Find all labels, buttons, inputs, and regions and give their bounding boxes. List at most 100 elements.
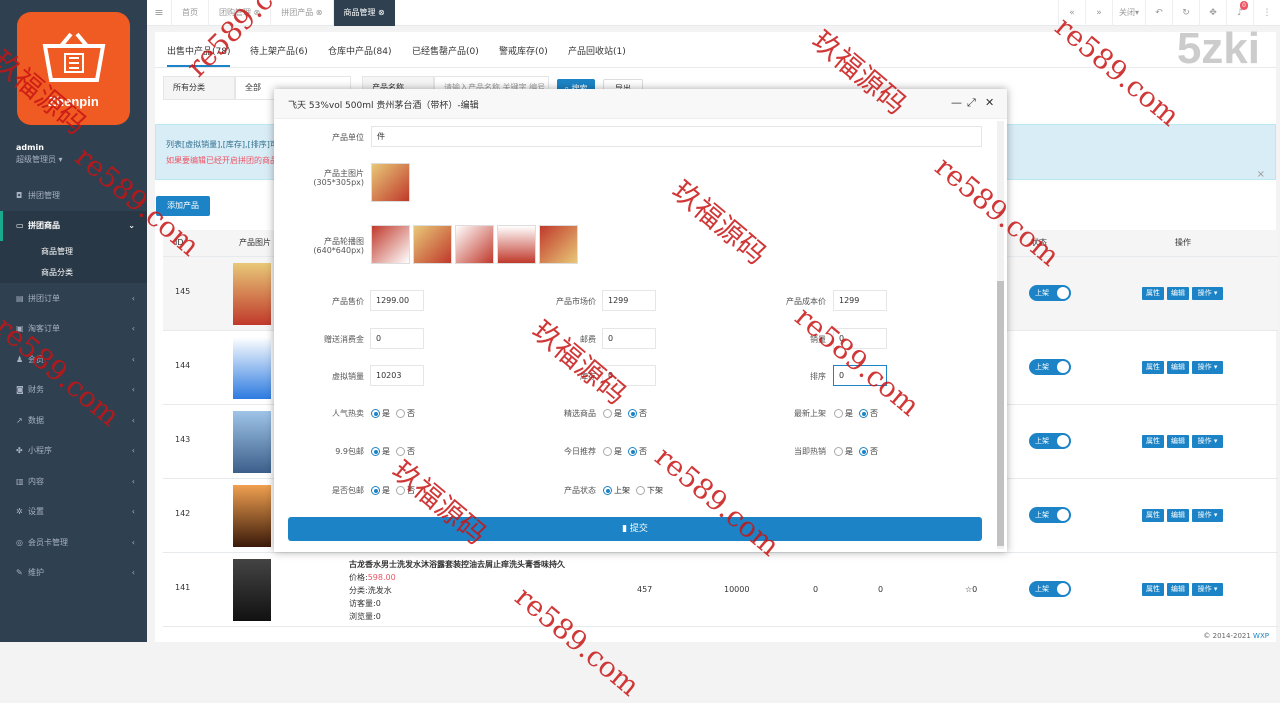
carousel-image[interactable] <box>539 225 578 264</box>
menu-toggle-icon[interactable]: ≡ <box>147 6 171 19</box>
edit-button[interactable]: 编辑 <box>1167 361 1189 374</box>
sidebar-item-finance[interactable]: ◙财务‹ <box>0 375 147 406</box>
status-toggle[interactable]: 上架 <box>1029 507 1071 523</box>
tab-warehouse[interactable]: 仓库中产品(84) <box>328 44 391 57</box>
hot-yes-radio[interactable]: 是 <box>371 408 390 419</box>
sidebar-subitem-goods-manage[interactable]: 商品管理 <box>0 241 147 262</box>
ops-dropdown[interactable]: 操作 ▾ <box>1192 287 1223 300</box>
product-thumb[interactable] <box>233 263 271 325</box>
sidebar-item-miniprogram[interactable]: ✤小程序‹ <box>0 436 147 467</box>
main-image[interactable] <box>371 163 410 202</box>
attr-button[interactable]: 属性 <box>1142 361 1164 374</box>
status-toggle[interactable]: 上架 <box>1029 581 1071 597</box>
market-input[interactable]: 1299 <box>602 290 656 311</box>
attr-button[interactable]: 属性 <box>1142 287 1164 300</box>
sidebar-item-maintain[interactable]: ✎维护‹ <box>0 558 147 589</box>
best-yes-radio[interactable]: 是 <box>603 408 622 419</box>
submit-button[interactable]: ▮ 提交 <box>288 517 982 541</box>
sidebar-item-member-card[interactable]: ◎会员卡管理‹ <box>0 527 147 558</box>
more-icon[interactable]: ⋮ <box>1253 0 1280 26</box>
back-icon[interactable]: ↶ <box>1145 0 1172 26</box>
new-yes-radio[interactable]: 是 <box>834 408 853 419</box>
user-info[interactable]: admin 超级管理员 ▾ <box>16 143 63 165</box>
product-thumb[interactable] <box>233 337 271 399</box>
carousel-image[interactable] <box>497 225 536 264</box>
sidebar-subitem-goods-category[interactable]: 商品分类 <box>0 262 147 283</box>
product-thumb[interactable] <box>233 485 271 547</box>
attr-button[interactable]: 属性 <box>1142 435 1164 448</box>
cost-input[interactable]: 1299 <box>833 290 887 311</box>
add-product-button[interactable]: 添加产品 <box>156 196 210 216</box>
product-title[interactable]: 古龙香水男士洗发水沐浴露套装控油去屑止痒洗头膏香味持久 <box>349 559 565 570</box>
sales-input[interactable]: 0 <box>833 328 887 349</box>
status-off-radio[interactable]: 下架 <box>636 485 663 496</box>
stock-cell[interactable]: 10000 <box>724 585 749 594</box>
hot-no-radio[interactable]: 否 <box>396 408 415 419</box>
points-input[interactable]: 0 <box>370 328 424 349</box>
tab-sold-out[interactable]: 已经售罄产品(0) <box>412 44 479 57</box>
minimize-icon[interactable]: — <box>951 96 962 109</box>
maximize-icon[interactable]: ⤢ <box>967 96 976 110</box>
tab-goods-manage[interactable]: 商品管理 ⊗ <box>333 0 395 26</box>
refresh-icon[interactable]: ↻ <box>1172 0 1199 26</box>
scroll-right-icon[interactable]: » <box>1085 0 1112 26</box>
close-icon[interactable]: × <box>1257 169 1265 180</box>
status-toggle[interactable]: 上架 <box>1029 359 1071 375</box>
status-on-radio[interactable]: 上架 <box>603 485 630 496</box>
postage-input[interactable]: 0 <box>602 328 656 349</box>
footer-brand[interactable]: WXP <box>1253 632 1269 640</box>
scrollbar-thumb[interactable] <box>997 281 1004 546</box>
current-no-radio[interactable]: 否 <box>859 446 878 457</box>
current-yes-radio[interactable]: 是 <box>834 446 853 457</box>
sidebar-item-settings[interactable]: ✲设置‹ <box>0 497 147 528</box>
tab-on-sale[interactable]: 出售中产品(78) <box>167 44 230 67</box>
carousel-image[interactable] <box>413 225 452 264</box>
tab-recycle[interactable]: 产品回收站(1) <box>568 44 626 57</box>
carousel-image[interactable] <box>455 225 494 264</box>
free99-yes-radio[interactable]: 是 <box>371 446 390 457</box>
unit-input[interactable]: 件 <box>371 126 982 147</box>
edit-button[interactable]: 编辑 <box>1167 287 1189 300</box>
virtual-sales-input[interactable]: 10203 <box>370 365 424 386</box>
new-no-radio[interactable]: 否 <box>859 408 878 419</box>
best-no-radio[interactable]: 否 <box>628 408 647 419</box>
today-no-radio[interactable]: 否 <box>628 446 647 457</box>
tab-stock-alert[interactable]: 警戒库存(0) <box>499 44 548 57</box>
edit-button[interactable]: 编辑 <box>1167 435 1189 448</box>
th-id[interactable]: ID <box>175 230 184 256</box>
ops-dropdown[interactable]: 操作 ▾ <box>1192 583 1223 596</box>
sidebar-item-content[interactable]: ▥内容‹ <box>0 466 147 497</box>
tab-home[interactable]: 首页 <box>171 0 208 26</box>
virtual-sales-cell[interactable]: 0 <box>813 585 818 594</box>
user-role[interactable]: 超级管理员 ▾ <box>16 154 63 165</box>
product-thumb[interactable] <box>233 559 271 621</box>
product-thumb[interactable] <box>233 411 271 473</box>
ops-dropdown[interactable]: 操作 ▾ <box>1192 435 1223 448</box>
ops-dropdown[interactable]: 操作 ▾ <box>1192 361 1223 374</box>
attr-button[interactable]: 属性 <box>1142 583 1164 596</box>
edit-button[interactable]: 编辑 <box>1167 509 1189 522</box>
free99-no-radio[interactable]: 否 <box>396 446 415 457</box>
tab-pending[interactable]: 待上架产品(6) <box>250 44 308 57</box>
scroll-left-icon[interactable]: « <box>1058 0 1085 26</box>
sidebar-item-pintuan-orders[interactable]: ▤拼团订单‹ <box>0 283 147 314</box>
stock-input[interactable]: 0 <box>602 365 656 386</box>
sidebar-item-pintuan-manage[interactable]: ◘拼团管理 <box>0 180 147 211</box>
price-input[interactable]: 1299.00 <box>370 290 424 311</box>
fullscreen-icon[interactable]: ✥ <box>1199 0 1226 26</box>
bell-icon[interactable]: ♪0 <box>1226 0 1253 26</box>
edit-button[interactable]: 编辑 <box>1167 583 1189 596</box>
carousel-image[interactable] <box>371 225 410 264</box>
today-yes-radio[interactable]: 是 <box>603 446 622 457</box>
status-toggle[interactable]: 上架 <box>1029 433 1071 449</box>
sidebar-item-data[interactable]: ↗数据‹ <box>0 405 147 436</box>
sort-input[interactable]: 0 <box>833 365 887 386</box>
close-icon[interactable]: ✕ <box>985 96 994 109</box>
sidebar-item-members[interactable]: ♟会员‹ <box>0 344 147 375</box>
freeship-no-radio[interactable]: 否 <box>396 485 415 496</box>
modal-scrollbar[interactable] <box>997 121 1004 549</box>
close-tabs-button[interactable]: 关闭▾ <box>1112 0 1145 26</box>
tab-pintuan-products[interactable]: 拼团产品 ⊗ <box>270 0 332 26</box>
status-toggle[interactable]: 上架 <box>1029 285 1071 301</box>
freeship-yes-radio[interactable]: 是 <box>371 485 390 496</box>
